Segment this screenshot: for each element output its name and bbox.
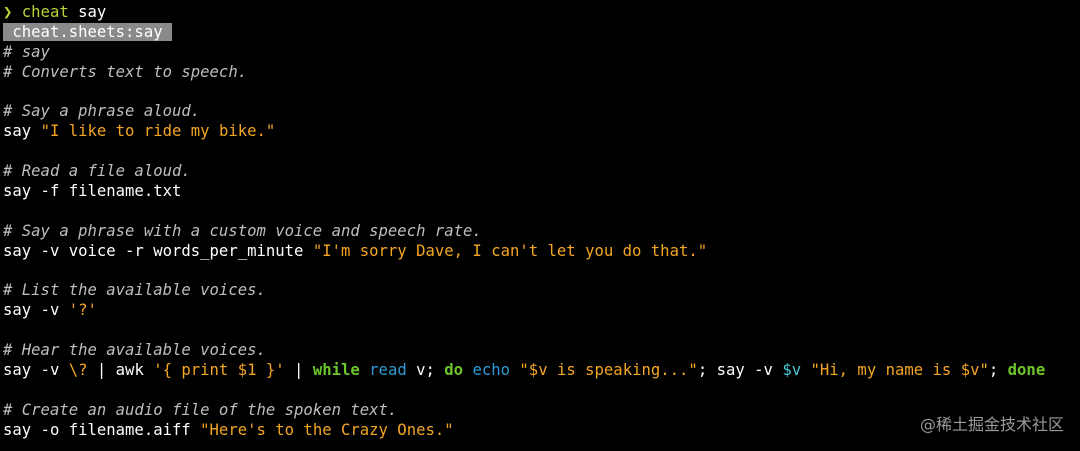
comment-title: # say [3,42,50,61]
prompt-line: ❯ cheat say [3,3,1080,23]
string-literal: '?' [68,301,97,320]
command-line-list-voices: say -v '?' [3,301,1080,321]
command-text: say [3,122,41,141]
command-text: | awk [87,361,154,380]
builtin-echo: echo [472,361,511,380]
command-text: say -v [3,361,69,380]
command-line-say-phrase: say "I like to ride my bike." [3,122,1080,142]
sheet-header-badge: cheat.sheets:say [3,22,172,41]
command-text: ; say -v [697,361,783,380]
terminal-output[interactable]: ❯ cheat say cheat.sheets:say # say # Con… [3,3,1080,441]
command-text: v; [406,361,445,380]
sheet-header-line: cheat.sheets:say [3,22,1080,43]
keyword-do: do [444,361,464,380]
comment-list-voices: # List the available voices. [3,281,266,300]
command-text: ; [988,361,1008,380]
keyword-while: while [312,361,360,380]
command-text: say -v [3,301,69,320]
keyword-done: done [1007,361,1046,380]
comment-description: # Converts text to speech. [3,62,248,81]
escaped-char: \? [68,361,88,380]
string-literal: "Hi, my name is $v" [810,361,989,380]
command-line-custom-voice: say -v voice -r words_per_minute "I'm so… [3,242,1080,262]
comment-create-audio: # Create an audio file of the spoken tex… [3,400,398,419]
string-literal: '{ print $1 }' [153,361,285,380]
command-text: say -o filename.aiff [3,420,201,439]
string-literal: "Here's to the Crazy Ones." [200,420,454,439]
comment-hear-voices: # Hear the available voices. [3,341,266,360]
string-literal: "I'm sorry Dave, I can't let you do that… [312,241,708,260]
string-literal: "$v is speaking..." [519,361,698,380]
prompt-arrow-icon: ❯ [3,3,13,21]
command-text: | [284,361,313,380]
string-literal: "I like to ride my bike." [40,122,276,141]
comment-read-file: # Read a file aloud. [3,162,191,181]
command-text: say -v voice -r words_per_minute [3,241,313,260]
command-line-read-file: say -f filename.txt [3,182,182,201]
comment-custom-voice: # Say a phrase with a custom voice and s… [3,221,482,240]
watermark: @稀土掘金技术社区 [919,415,1064,434]
prompt-argument: say [68,3,107,21]
prompt-command: cheat [21,3,69,21]
command-line-create-audio: say -o filename.aiff "Here's to the Craz… [3,421,1080,441]
variable-v: $v [782,361,802,380]
builtin-read: read [369,361,407,380]
command-text [360,361,369,379]
comment-say-phrase: # Say a phrase aloud. [3,102,201,121]
command-text [510,361,519,379]
command-line-hear-voices: say -v \? | awk '{ print $1 }' | while r… [3,361,1080,381]
